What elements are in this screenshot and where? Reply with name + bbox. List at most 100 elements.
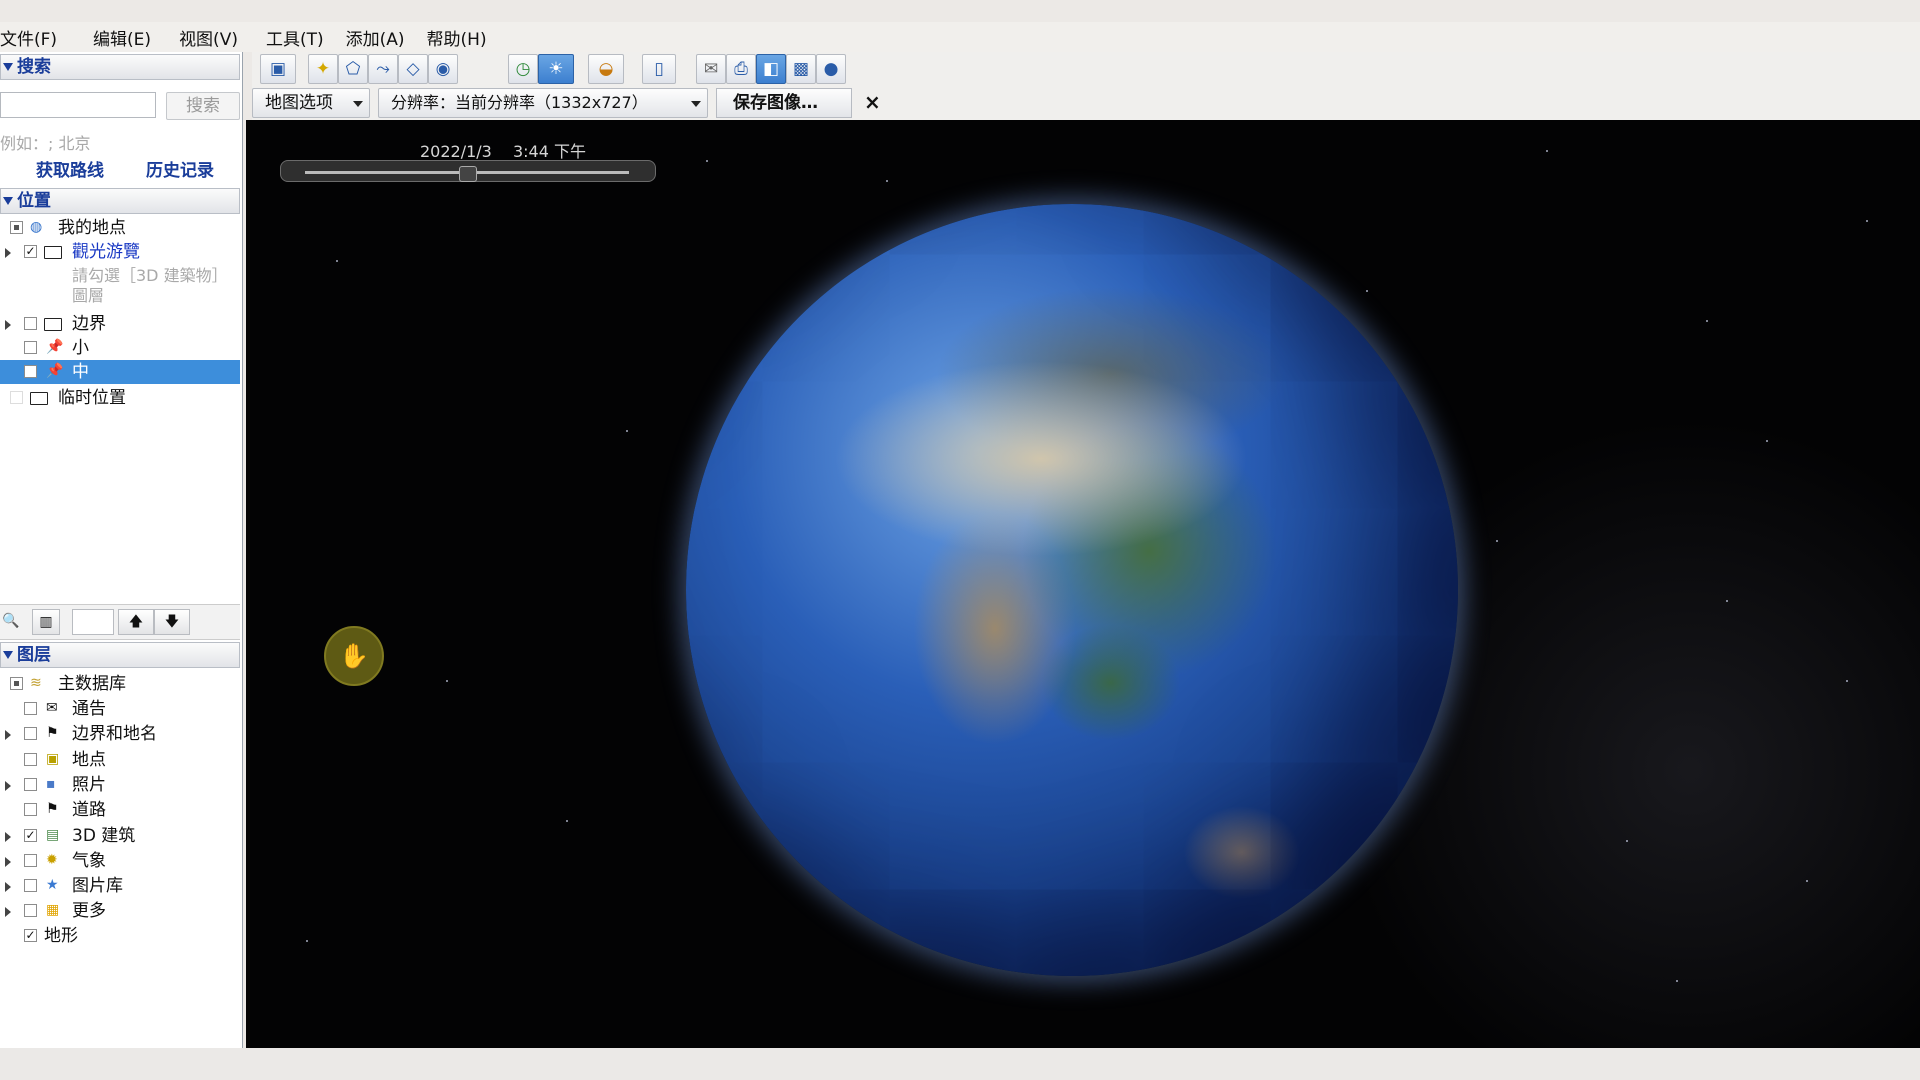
layer-item-photos[interactable]: ▪ 照片 bbox=[0, 773, 240, 797]
layer-item-places[interactable]: ▣ 地点 bbox=[0, 748, 240, 772]
close-icon[interactable]: × bbox=[864, 88, 881, 116]
checkbox[interactable] bbox=[10, 677, 23, 690]
search-panel-header[interactable]: 搜索 bbox=[0, 54, 240, 80]
layer-item-more[interactable]: ▦ 更多 bbox=[0, 899, 240, 923]
email-button[interactable]: ✉ bbox=[696, 54, 726, 84]
move-down-icon[interactable]: 🡇 bbox=[154, 609, 190, 635]
resolution-dropdown[interactable]: 分辨率：当前分辨率（1332x727） bbox=[378, 88, 708, 118]
place-item-temporary[interactable]: 临时位置 bbox=[0, 386, 240, 410]
place-item-my-places[interactable]: ◍ 我的地点 bbox=[0, 216, 240, 240]
ruler-button[interactable]: ▯ bbox=[642, 54, 676, 84]
earth-globe[interactable] bbox=[686, 204, 1458, 976]
layer-item-roads[interactable]: ⚑ 道路 bbox=[0, 798, 240, 822]
print-button[interactable]: ⎙ bbox=[726, 54, 756, 84]
menu-help[interactable]: 帮助(H) bbox=[427, 25, 499, 50]
place-item-borders[interactable]: 边界 bbox=[0, 312, 240, 336]
layer-item-3d-buildings[interactable]: ✓ ▤ 3D 建筑 bbox=[0, 824, 240, 848]
layer-item-gallery[interactable]: ★ 图片库 bbox=[0, 874, 240, 898]
planets-button[interactable]: ◒ bbox=[588, 54, 624, 84]
layer-label: 道路 bbox=[72, 800, 106, 820]
map-options-dropdown[interactable]: 地图选项 bbox=[252, 88, 370, 118]
menu-add[interactable]: 添加(A) bbox=[346, 25, 417, 50]
expand-icon[interactable] bbox=[5, 781, 11, 791]
panel-toggle-icon[interactable]: ▥ bbox=[32, 609, 60, 635]
expand-icon[interactable] bbox=[5, 857, 11, 867]
menu-file[interactable]: 文件(F) bbox=[0, 25, 69, 50]
menu-tools[interactable]: 工具(T) bbox=[266, 25, 336, 50]
history-link[interactable]: 历史记录 bbox=[146, 156, 214, 181]
folder-icon bbox=[44, 318, 62, 331]
checkbox[interactable] bbox=[10, 391, 23, 404]
layer-item-notices[interactable]: ✉ 通告 bbox=[0, 697, 240, 721]
expand-icon[interactable] bbox=[5, 832, 11, 842]
historical-imagery-button[interactable]: ◷ bbox=[508, 54, 538, 84]
add-overlay-button[interactable]: ◇ bbox=[398, 54, 428, 84]
expand-icon[interactable] bbox=[5, 882, 11, 892]
checkbox[interactable] bbox=[24, 854, 37, 867]
clock-icon: ◷ bbox=[515, 59, 531, 79]
more-icon: ▦ bbox=[46, 902, 60, 918]
sidebar-toggle-button[interactable]: ▣ bbox=[260, 54, 296, 84]
checkbox[interactable] bbox=[24, 904, 37, 917]
search-icon[interactable]: 🔍 bbox=[0, 609, 22, 635]
save-image-action-button[interactable]: 保存图像… bbox=[716, 88, 852, 118]
search-input[interactable] bbox=[0, 92, 156, 118]
layer-label: 图片库 bbox=[72, 876, 123, 896]
time-slider[interactable]: 2022/1/3 3:44 下午 bbox=[280, 136, 656, 188]
layer-label: 3D 建筑 bbox=[72, 826, 136, 846]
place-item-sightseeing[interactable]: ✓ 觀光游覽 bbox=[0, 240, 240, 264]
checkbox[interactable] bbox=[24, 879, 37, 892]
checkbox[interactable]: ✓ bbox=[24, 929, 37, 942]
expand-icon[interactable] bbox=[5, 248, 11, 258]
get-directions-link[interactable]: 获取路线 bbox=[36, 156, 104, 181]
time-slider-handle[interactable] bbox=[459, 166, 477, 182]
checkbox[interactable]: ✓ bbox=[24, 245, 37, 258]
checkbox[interactable] bbox=[24, 727, 37, 740]
expand-icon[interactable] bbox=[5, 320, 11, 330]
sunlight-button[interactable]: ☀ bbox=[538, 54, 574, 84]
add-path-button[interactable]: ⤳ bbox=[368, 54, 398, 84]
checkbox[interactable] bbox=[10, 221, 23, 234]
checkbox[interactable] bbox=[24, 341, 37, 354]
place-item-small[interactable]: 📌 小 bbox=[0, 336, 240, 360]
move-up-icon[interactable]: 🡅 bbox=[118, 609, 154, 635]
record-tour-button[interactable]: ◉ bbox=[428, 54, 458, 84]
add-polygon-button[interactable]: ⬠ bbox=[338, 54, 368, 84]
menu-edit[interactable]: 编辑(E) bbox=[93, 25, 163, 50]
layer-item-weather[interactable]: ✹ 气象 bbox=[0, 849, 240, 873]
sidebar-icon: ▣ bbox=[269, 59, 287, 79]
place-field[interactable] bbox=[72, 609, 114, 635]
checkbox[interactable] bbox=[24, 753, 37, 766]
layer-item-borders-labels[interactable]: ⚑ 边界和地名 bbox=[0, 722, 240, 746]
map-icon: ▩ bbox=[792, 59, 810, 79]
time-slider-track[interactable] bbox=[280, 160, 656, 182]
place-item-medium[interactable]: 📌 中 bbox=[0, 360, 240, 384]
expand-icon[interactable] bbox=[5, 907, 11, 917]
checkbox[interactable] bbox=[24, 803, 37, 816]
add-placemark-button[interactable]: ✦ bbox=[308, 54, 338, 84]
place-item-note: 請勾選［3D 建築物］圖層 bbox=[0, 266, 240, 308]
folder-icon bbox=[30, 392, 48, 405]
earth-gallery-button[interactable]: ● bbox=[816, 54, 846, 84]
places-panel-header[interactable]: 位置 bbox=[0, 188, 240, 214]
layers-panel-header[interactable]: 图层 bbox=[0, 642, 240, 668]
building-icon: ▤ bbox=[46, 827, 60, 843]
checkbox[interactable] bbox=[24, 778, 37, 791]
place-icon: ▣ bbox=[46, 751, 60, 767]
save-image-button[interactable]: ◧ bbox=[756, 54, 786, 84]
envelope-icon: ✉ bbox=[46, 700, 58, 716]
hand-icon: ✋ bbox=[339, 642, 369, 670]
view-in-maps-button[interactable]: ▩ bbox=[786, 54, 816, 84]
checkbox[interactable]: ✓ bbox=[24, 829, 37, 842]
expand-icon[interactable] bbox=[5, 730, 11, 740]
chevron-down-icon bbox=[691, 101, 701, 107]
checkbox[interactable] bbox=[24, 317, 37, 330]
checkbox[interactable] bbox=[24, 365, 37, 378]
checkbox[interactable] bbox=[24, 702, 37, 715]
polygon-icon: ⬠ bbox=[345, 59, 361, 79]
layer-item-terrain[interactable]: ✓ 地形 bbox=[0, 924, 240, 948]
earth-viewport[interactable]: 2022/1/3 3:44 下午 ✋ bbox=[246, 120, 1920, 1048]
layer-item-primary-db[interactable]: ≋ 主数据库 bbox=[0, 672, 240, 696]
search-button[interactable]: 搜索 bbox=[166, 92, 240, 120]
menu-view[interactable]: 视图(V) bbox=[179, 25, 250, 50]
